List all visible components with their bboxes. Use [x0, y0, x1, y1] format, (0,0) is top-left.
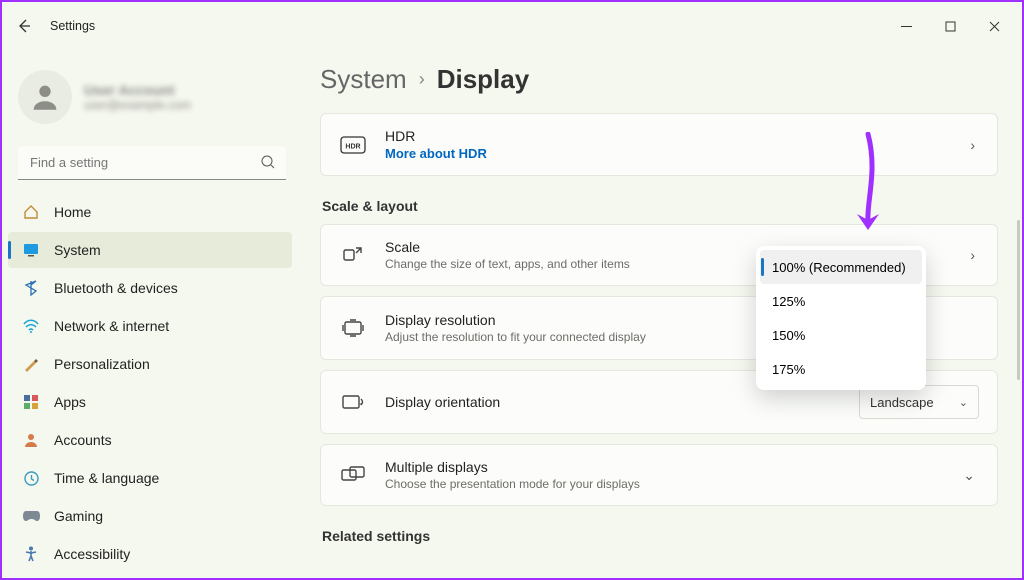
- scale-option-150[interactable]: 150%: [760, 318, 922, 352]
- orientation-value: Landscape: [870, 395, 934, 410]
- sidebar-item-label: Accounts: [54, 432, 112, 448]
- nav-list: Home System Bluetooth & devices Network …: [8, 194, 296, 572]
- sidebar-item-accessibility[interactable]: Accessibility: [8, 536, 292, 572]
- orientation-icon: [339, 393, 367, 411]
- search-input[interactable]: [18, 146, 286, 180]
- scale-icon: [339, 245, 367, 265]
- section-heading-related: Related settings: [322, 528, 998, 544]
- sidebar-item-label: Time & language: [54, 470, 159, 486]
- multiple-sub: Choose the presentation mode for your di…: [385, 477, 941, 491]
- sidebar-item-bluetooth[interactable]: Bluetooth & devices: [8, 270, 292, 306]
- main-panel: System › Display HDR HDR More about HDR …: [302, 50, 1022, 578]
- time-icon: [22, 469, 40, 487]
- sidebar-item-label: Personalization: [54, 356, 150, 372]
- user-name: User Account: [84, 82, 191, 98]
- chevron-right-icon: ›: [966, 247, 979, 263]
- breadcrumb: System › Display: [320, 50, 998, 113]
- hdr-title: HDR: [385, 128, 948, 144]
- sidebar-item-system[interactable]: System: [8, 232, 292, 268]
- avatar: [18, 70, 72, 124]
- sidebar-item-label: Home: [54, 204, 91, 220]
- sidebar-item-accounts[interactable]: Accounts: [8, 422, 292, 458]
- scale-option-175[interactable]: 175%: [760, 352, 922, 386]
- breadcrumb-parent[interactable]: System: [320, 64, 407, 95]
- user-email: user@example.com: [84, 98, 191, 112]
- hdr-card[interactable]: HDR HDR More about HDR ›: [320, 113, 998, 176]
- personalization-icon: [22, 355, 40, 373]
- orientation-title: Display orientation: [385, 394, 841, 410]
- accessibility-icon: [22, 545, 40, 563]
- sidebar-item-time[interactable]: Time & language: [8, 460, 292, 496]
- svg-text:HDR: HDR: [345, 143, 360, 150]
- minimize-button[interactable]: [884, 11, 928, 41]
- accounts-icon: [22, 431, 40, 449]
- back-button[interactable]: [8, 10, 40, 42]
- multiple-title: Multiple displays: [385, 459, 941, 475]
- scale-option-125[interactable]: 125%: [760, 284, 922, 318]
- scale-dropdown[interactable]: 100% (Recommended) 125% 150% 175%: [756, 246, 926, 390]
- hdr-icon: HDR: [339, 136, 367, 154]
- sidebar-item-label: System: [54, 242, 101, 258]
- sidebar-item-home[interactable]: Home: [8, 194, 292, 230]
- search-icon: [260, 154, 276, 175]
- window-title: Settings: [50, 19, 95, 33]
- system-icon: [22, 241, 40, 259]
- sidebar-item-gaming[interactable]: Gaming: [8, 498, 292, 534]
- sidebar-item-network[interactable]: Network & internet: [8, 308, 292, 344]
- chevron-down-icon: ⌄: [959, 396, 968, 409]
- sidebar-item-label: Bluetooth & devices: [54, 280, 178, 296]
- network-icon: [22, 317, 40, 335]
- user-account[interactable]: User Account user@example.com: [8, 62, 296, 140]
- sidebar: User Account user@example.com Home Syste…: [2, 50, 302, 578]
- sidebar-item-label: Gaming: [54, 508, 103, 524]
- sidebar-item-label: Accessibility: [54, 546, 130, 562]
- close-button[interactable]: [972, 11, 1016, 41]
- home-icon: [22, 203, 40, 221]
- multiple-displays-card[interactable]: Multiple displays Choose the presentatio…: [320, 444, 998, 506]
- sidebar-item-apps[interactable]: Apps: [8, 384, 292, 420]
- sidebar-item-label: Apps: [54, 394, 86, 410]
- hdr-link[interactable]: More about HDR: [385, 146, 948, 161]
- sidebar-item-label: Network & internet: [54, 318, 169, 334]
- orientation-select[interactable]: Landscape ⌄: [859, 385, 979, 419]
- gaming-icon: [22, 507, 40, 525]
- chevron-right-icon: ›: [966, 137, 979, 153]
- chevron-right-icon: ›: [419, 69, 425, 90]
- section-heading-scale: Scale & layout: [322, 198, 998, 214]
- scrollbar[interactable]: [1017, 220, 1020, 380]
- sidebar-item-personalization[interactable]: Personalization: [8, 346, 292, 382]
- maximize-button[interactable]: [928, 11, 972, 41]
- multiple-displays-icon: [339, 466, 367, 484]
- breadcrumb-current: Display: [437, 64, 530, 95]
- scale-option-100[interactable]: 100% (Recommended): [760, 250, 922, 284]
- bluetooth-icon: [22, 279, 40, 297]
- resolution-icon: [339, 319, 367, 337]
- apps-icon: [22, 393, 40, 411]
- search-box[interactable]: [18, 146, 286, 180]
- chevron-down-icon: ⌄: [959, 467, 979, 484]
